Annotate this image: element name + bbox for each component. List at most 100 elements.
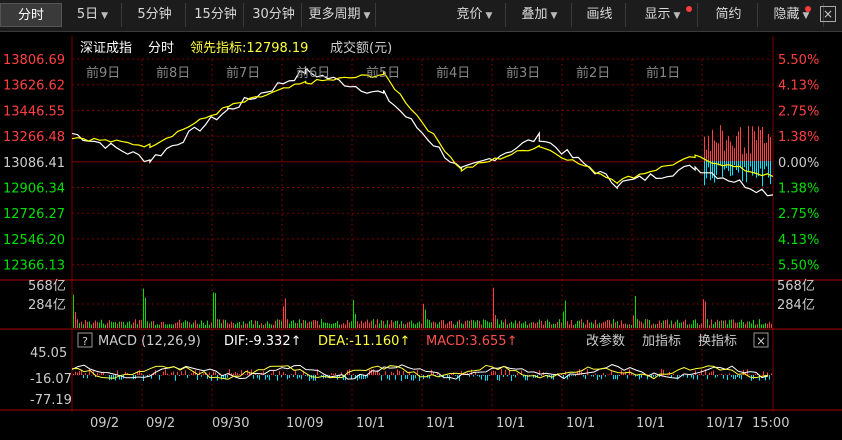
volume-bar	[297, 323, 298, 328]
macd-bar	[599, 375, 600, 377]
volume-bar	[155, 324, 156, 328]
macd-bar	[271, 373, 272, 375]
macd-bar	[87, 375, 88, 379]
macd-axis-label: -16.07	[30, 372, 72, 387]
right-button-0[interactable]: 竞价 ▼	[444, 3, 506, 27]
volume-bar	[183, 322, 184, 328]
macd-bar	[401, 375, 402, 381]
macd-bar	[739, 375, 740, 379]
intraday-bar	[770, 161, 771, 185]
left-button-3[interactable]: 15分钟	[188, 3, 244, 27]
volume-axis-label: 284亿	[28, 298, 66, 313]
volume-bar	[599, 322, 600, 328]
volume-bar	[695, 319, 696, 328]
volume-bar	[97, 322, 98, 328]
volume-label: 成交额(元)	[330, 40, 392, 56]
close-chart-button[interactable]: ×	[820, 6, 836, 22]
left-button-5[interactable]: 更多周期 ▼	[304, 3, 376, 27]
macd-bar	[411, 375, 412, 381]
volume-bar	[343, 323, 344, 328]
right-button-2[interactable]: 画线	[574, 3, 626, 27]
add-indicator-button: 加指标	[642, 334, 681, 349]
volume-bar	[347, 319, 348, 328]
macd-bar	[751, 375, 752, 381]
volume-bar	[515, 320, 516, 328]
volume-bar	[379, 323, 380, 328]
macd-bar	[469, 375, 470, 377]
macd-bar	[233, 373, 234, 375]
intraday-bar	[744, 147, 745, 161]
macd-bar	[603, 372, 604, 375]
left-button-4[interactable]: 30分钟	[246, 3, 302, 27]
chevron-down-icon: ▼	[802, 11, 810, 21]
macd-bar	[605, 375, 606, 377]
volume-bar	[397, 320, 398, 328]
macd-bar	[447, 375, 448, 378]
macd-bar	[703, 375, 704, 376]
left-button-1[interactable]: 5日 ▼	[64, 3, 122, 27]
intraday-bar	[706, 161, 707, 179]
intraday-bar	[766, 161, 767, 167]
volume-bar	[391, 320, 392, 328]
volume-bar	[425, 309, 426, 328]
macd-bar	[655, 375, 656, 377]
chevron-down-icon: ▼	[485, 11, 493, 21]
right-button-4[interactable]: 简约	[700, 3, 758, 27]
volume-bar	[639, 320, 640, 328]
volume-bar	[395, 320, 396, 328]
volume-bar	[415, 324, 416, 328]
volume-bar	[399, 324, 400, 328]
left-button-2[interactable]: 5分钟	[124, 3, 186, 27]
intraday-bar	[748, 161, 749, 173]
macd-bar	[591, 375, 592, 377]
right-button-5[interactable]: 隐藏 ▼	[760, 3, 824, 27]
intraday-bar	[722, 161, 723, 177]
volume-bar	[157, 324, 158, 328]
right-button-1[interactable]: 叠加 ▼	[508, 3, 572, 27]
volume-bar	[145, 297, 146, 328]
macd-bar	[111, 375, 112, 380]
volume-bar	[137, 323, 138, 328]
alert-dot-icon	[805, 6, 811, 12]
date-axis-label: 10/17	[706, 416, 743, 431]
volume-bar	[279, 319, 280, 328]
volume-bar	[659, 320, 660, 328]
volume-bar	[521, 323, 522, 328]
volume-bar	[677, 319, 678, 328]
macd-bar	[331, 373, 332, 375]
right-button-label: 简约	[715, 7, 742, 22]
volume-bar	[225, 319, 226, 328]
volume-bar	[497, 319, 498, 328]
intraday-bar	[748, 125, 749, 161]
volume-bar	[687, 324, 688, 328]
volume-bar	[177, 322, 178, 328]
left-button-0[interactable]: 分时	[0, 3, 62, 27]
volume-bar	[135, 319, 136, 328]
volume-bar	[367, 319, 368, 328]
macd-bar	[227, 375, 228, 378]
volume-bar	[691, 324, 692, 328]
volume-bar	[707, 319, 708, 328]
volume-bar	[179, 319, 180, 328]
intraday-bar	[734, 148, 735, 161]
macd-bar	[513, 375, 514, 376]
volume-bar	[73, 294, 74, 328]
intraday-bar	[756, 161, 757, 178]
volume-bar	[261, 323, 262, 328]
leading-indicator: 领先指标:12798.19	[190, 41, 308, 56]
volume-bar	[681, 322, 682, 328]
day-label: 前2日	[576, 65, 610, 81]
intraday-bar	[752, 126, 753, 161]
volume-bar	[119, 321, 120, 328]
volume-bar	[85, 320, 86, 328]
price-axis-label: 13086.41	[3, 156, 65, 171]
volume-bar	[81, 321, 82, 328]
macd-bar	[641, 375, 642, 378]
volume-bar	[709, 324, 710, 328]
price-axis-label: 12366.13	[3, 259, 65, 274]
macd-bar	[723, 375, 724, 379]
macd-bar	[183, 374, 184, 375]
volume-bar	[291, 320, 292, 328]
chart-area[interactable]: 深证成指 分时 领先指标:12798.19 成交额(元) 13806.69 13626.6…	[0, 32, 842, 440]
volume-bar	[203, 322, 204, 328]
